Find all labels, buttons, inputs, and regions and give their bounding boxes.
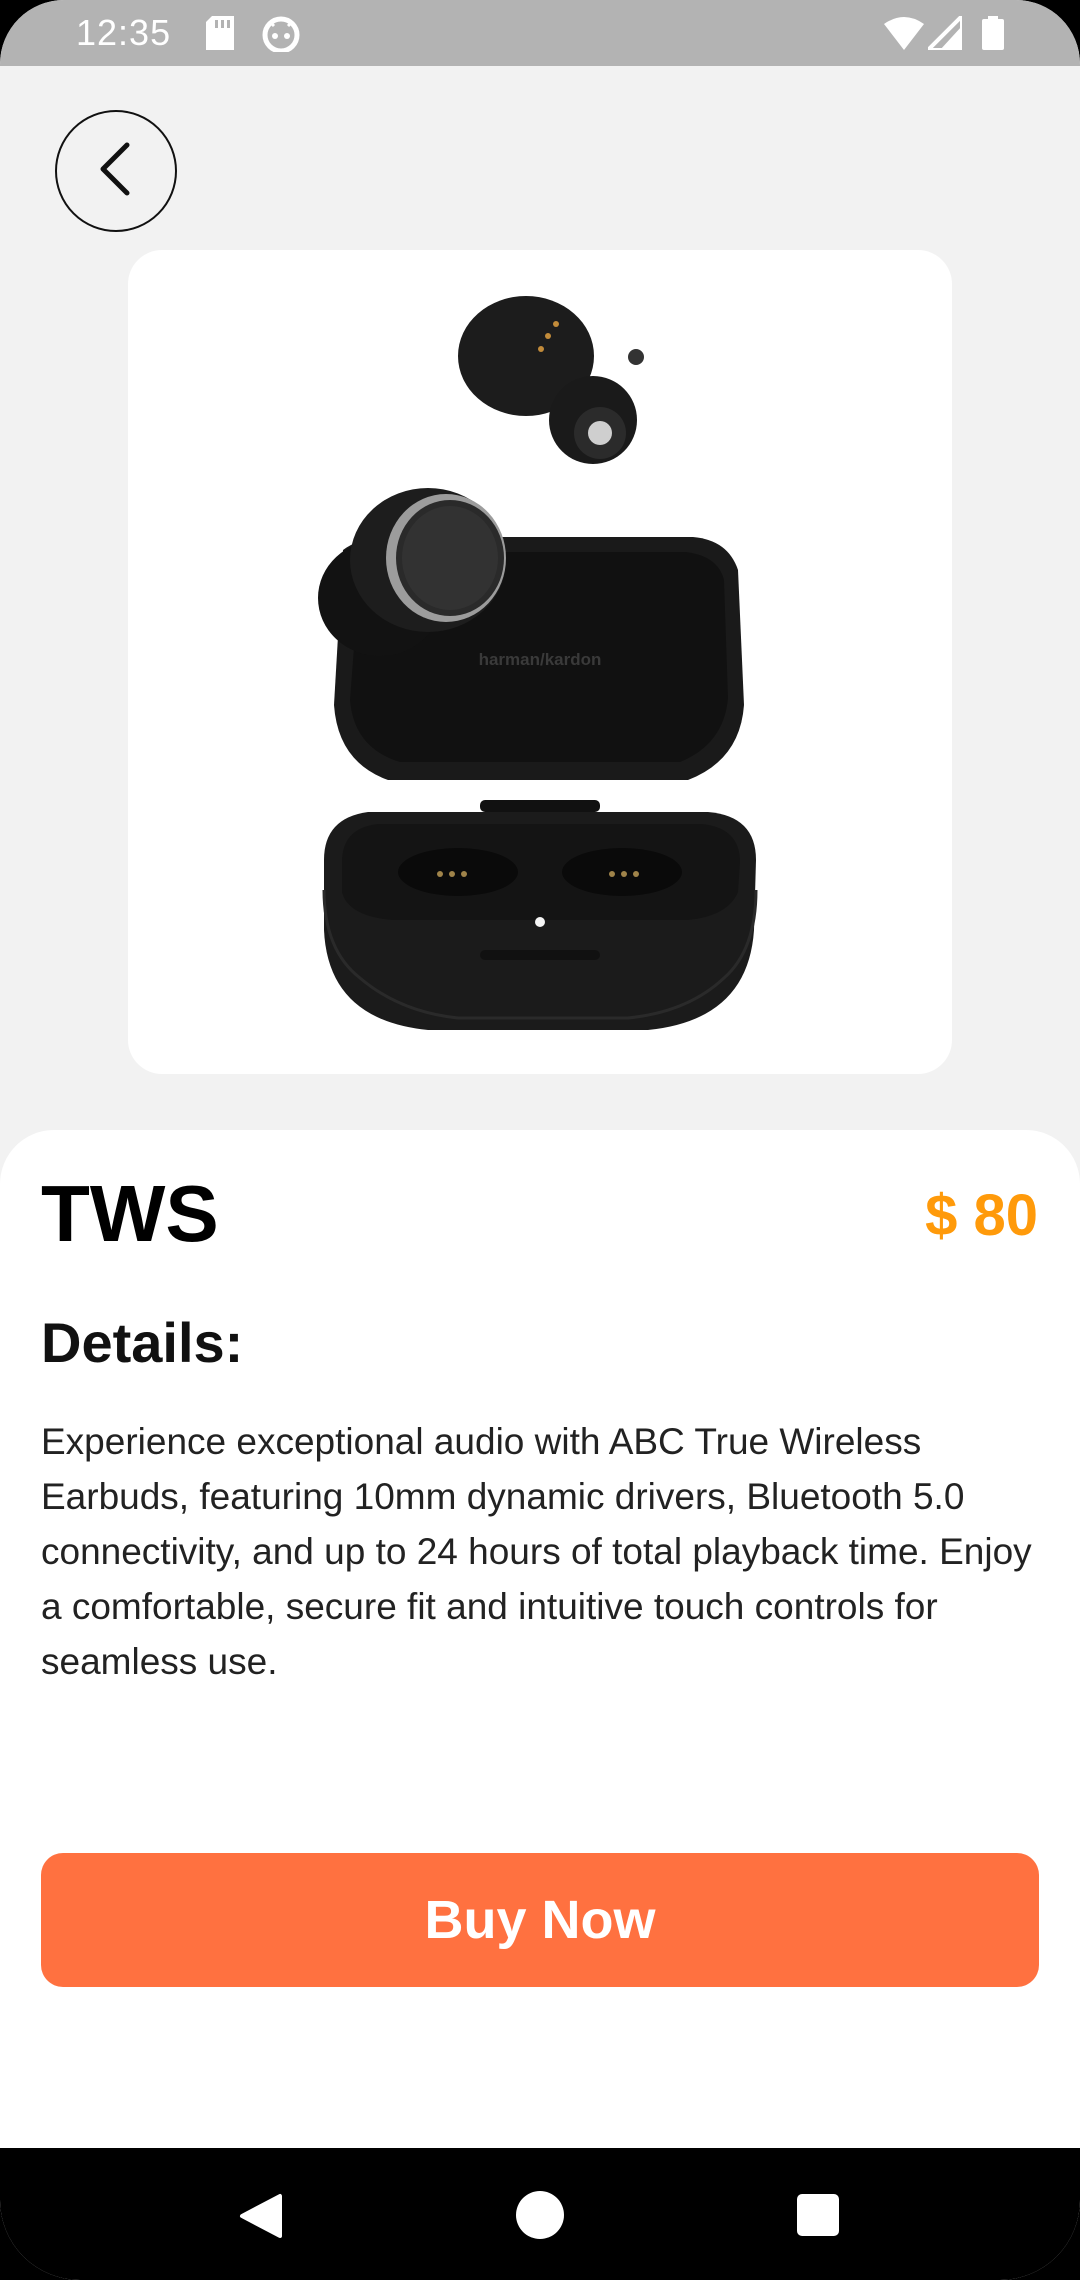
sd-card-icon [206, 16, 234, 55]
details-heading: Details: [41, 1311, 244, 1374]
recents-square-icon[interactable] [797, 2194, 839, 2241]
battery-icon [982, 16, 1004, 55]
product-description: Experience exceptional audio with ABC Tr… [41, 1421, 1032, 1682]
product-name: TWS [41, 1169, 219, 1258]
app-screen: 12:35 harman/kardon TWS $ 80 Details: Ex… [0, 0, 1080, 2280]
status-bar: 12:35 [0, 0, 1080, 66]
buy-now-button[interactable]: Buy Now [41, 1853, 1039, 1987]
system-nav-bar [0, 2148, 1080, 2280]
cell-signal-icon [923, 11, 964, 55]
status-time: 12:35 [76, 12, 172, 53]
wifi-icon [884, 16, 924, 55]
back-triangle-icon[interactable] [238, 2192, 284, 2245]
product-price: $ 80 [925, 1183, 1038, 1248]
android-debug-icon [262, 16, 300, 57]
case-brand-text: harman/kardon [479, 650, 602, 669]
product-image: harman/kardon [128, 250, 952, 1074]
home-circle-icon[interactable] [515, 2190, 565, 2245]
product-details-sheet: TWS $ 80 Details: Experience exceptional… [0, 1130, 1080, 2148]
back-button[interactable] [55, 110, 177, 232]
chevron-left-icon [91, 139, 141, 204]
